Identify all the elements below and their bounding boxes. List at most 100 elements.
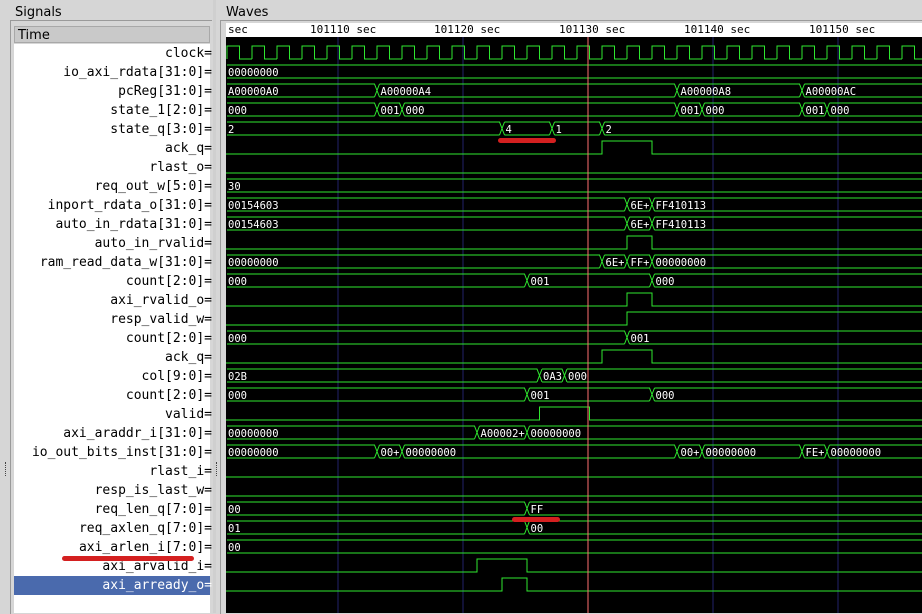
signal-name: rlast_o= bbox=[149, 158, 212, 177]
bus-value-label: 000 bbox=[228, 390, 247, 402]
bus-segment bbox=[227, 388, 527, 401]
bus-segment bbox=[652, 274, 922, 287]
bus-value-label: 4 bbox=[506, 124, 512, 136]
signal-row[interactable]: state_1[2:0]= bbox=[14, 101, 210, 120]
bus-value-label: A00002+ bbox=[481, 428, 525, 440]
signal-name: col[9:0]= bbox=[142, 367, 212, 386]
bus-segment bbox=[402, 103, 677, 116]
bus-segment bbox=[227, 179, 922, 192]
time-column-header: Time bbox=[14, 26, 210, 43]
signal-row[interactable]: inport_rdata_o[31:0]= bbox=[14, 196, 210, 215]
bus-segment bbox=[227, 217, 627, 230]
bus-segment bbox=[227, 521, 527, 534]
bus-value-label: 6E+ bbox=[606, 257, 625, 269]
bus-segment bbox=[652, 388, 922, 401]
bus-segment bbox=[627, 331, 922, 344]
bit-wave bbox=[226, 407, 922, 420]
bus-value-label: 000 bbox=[706, 105, 725, 117]
signal-name: io_out_bits_inst[31:0]= bbox=[32, 443, 212, 462]
signal-name: state_q[3:0]= bbox=[110, 120, 212, 139]
signal-name: ack_q= bbox=[165, 139, 212, 158]
bus-value-label: 000 bbox=[228, 276, 247, 288]
signal-name: count[2:0]= bbox=[126, 386, 212, 405]
bus-segment bbox=[227, 65, 922, 78]
bus-value-label: 1 bbox=[556, 124, 562, 136]
bus-value-label: 001 bbox=[531, 390, 550, 402]
bus-value-label: 6E+ bbox=[631, 200, 650, 212]
bus-value-label: 001 bbox=[806, 105, 825, 117]
signal-row[interactable]: state_q[3:0]= bbox=[14, 120, 210, 139]
signal-name: req_axlen_q[7:0]= bbox=[79, 519, 212, 538]
bus-value-label: 6E+ bbox=[631, 219, 650, 231]
bus-value-label: 2 bbox=[606, 124, 612, 136]
pane-splitter-grip-icon[interactable] bbox=[216, 462, 219, 476]
signal-row[interactable]: axi_rvalid_o= bbox=[14, 291, 210, 310]
bus-value-label: A00000AC bbox=[806, 86, 857, 98]
signal-row[interactable]: axi_arready_o= bbox=[14, 576, 210, 595]
bus-segment bbox=[227, 103, 377, 116]
signal-row[interactable]: resp_valid_w= bbox=[14, 310, 210, 329]
bus-value-label: 00000000 bbox=[228, 67, 279, 79]
signal-name: req_len_q[7:0]= bbox=[95, 500, 212, 519]
bus-segment bbox=[565, 369, 922, 382]
signal-name: state_1[2:0]= bbox=[110, 101, 212, 120]
time-tick-label: 101110 sec bbox=[310, 23, 376, 36]
signal-name: req_out_w[5:0]= bbox=[95, 177, 212, 196]
bus-value-label: 00 bbox=[531, 523, 544, 535]
signal-row[interactable]: rlast_i= bbox=[14, 462, 210, 481]
pane-splitter[interactable] bbox=[213, 0, 216, 613]
bus-value-label: 02B bbox=[228, 371, 247, 383]
bus-value-label: 00+ bbox=[681, 447, 700, 459]
bus-value-label: 30 bbox=[228, 181, 241, 193]
bus-segment bbox=[227, 369, 540, 382]
signal-list[interactable]: clock=io_axi_rdata[31:0]=pcReg[31:0]=sta… bbox=[14, 44, 210, 613]
signal-row[interactable]: count[2:0]= bbox=[14, 386, 210, 405]
bus-segment bbox=[227, 331, 627, 344]
waves-title: Waves bbox=[224, 5, 270, 20]
clock-wave bbox=[227, 46, 922, 59]
signal-row[interactable]: ram_read_data_w[31:0]= bbox=[14, 253, 210, 272]
signal-row[interactable]: io_out_bits_inst[31:0]= bbox=[14, 443, 210, 462]
signal-row[interactable]: clock= bbox=[14, 44, 210, 63]
signal-row[interactable]: count[2:0]= bbox=[14, 272, 210, 291]
signal-row[interactable]: req_out_w[5:0]= bbox=[14, 177, 210, 196]
signal-row[interactable]: req_len_q[7:0]= bbox=[14, 500, 210, 519]
waveform-canvas[interactable]: 00000000A00000A0A00000A4A00000A8A00000AC… bbox=[226, 37, 922, 613]
signal-row[interactable]: ack_q= bbox=[14, 139, 210, 158]
annotation-underline-req-len bbox=[512, 517, 560, 522]
signal-row[interactable]: ack_q= bbox=[14, 348, 210, 367]
signal-row[interactable]: auto_in_rvalid= bbox=[14, 234, 210, 253]
signal-row[interactable]: rlast_o= bbox=[14, 158, 210, 177]
bus-value-label: FF410113 bbox=[656, 200, 707, 212]
wave-display[interactable]: 00000000A00000A0A00000A4A00000A8A00000AC… bbox=[226, 37, 922, 613]
signal-row[interactable]: req_axlen_q[7:0]= bbox=[14, 519, 210, 538]
time-tick-label: sec bbox=[228, 23, 248, 36]
bus-segment bbox=[227, 274, 527, 287]
bus-value-label: 00 bbox=[228, 504, 241, 516]
bus-value-label: A00000A8 bbox=[681, 86, 732, 98]
signal-row[interactable]: axi_arlen_i[7:0]= bbox=[14, 538, 210, 557]
signal-row[interactable]: io_axi_rdata[31:0]= bbox=[14, 63, 210, 82]
bus-value-label: FF+ bbox=[631, 257, 650, 269]
bus-value-label: 00000000 bbox=[831, 447, 882, 459]
bit-wave bbox=[226, 312, 922, 325]
signal-name: axi_arlen_i[7:0]= bbox=[79, 538, 212, 557]
signal-row[interactable]: pcReg[31:0]= bbox=[14, 82, 210, 101]
bus-value-label: 001 bbox=[531, 276, 550, 288]
signal-name: io_axi_rdata[31:0]= bbox=[63, 63, 212, 82]
bus-value-label: 00000000 bbox=[706, 447, 757, 459]
signal-row[interactable]: col[9:0]= bbox=[14, 367, 210, 386]
signal-row[interactable]: resp_is_last_w= bbox=[14, 481, 210, 500]
bit-wave bbox=[226, 578, 922, 591]
bit-wave bbox=[226, 293, 922, 306]
signal-row[interactable]: count[2:0]= bbox=[14, 329, 210, 348]
time-tick-label: 101130 sec bbox=[559, 23, 625, 36]
signal-row[interactable]: valid= bbox=[14, 405, 210, 424]
bus-value-label: FF410113 bbox=[656, 219, 707, 231]
time-ruler[interactable]: sec101110 sec101120 sec101130 sec101140 … bbox=[226, 23, 922, 37]
signal-row[interactable]: auto_in_rdata[31:0]= bbox=[14, 215, 210, 234]
left-splitter-grip-icon[interactable] bbox=[5, 462, 8, 476]
signal-row[interactable]: axi_araddr_i[31:0]= bbox=[14, 424, 210, 443]
bus-value-label: 00000000 bbox=[228, 257, 279, 269]
bus-segment bbox=[527, 521, 922, 534]
